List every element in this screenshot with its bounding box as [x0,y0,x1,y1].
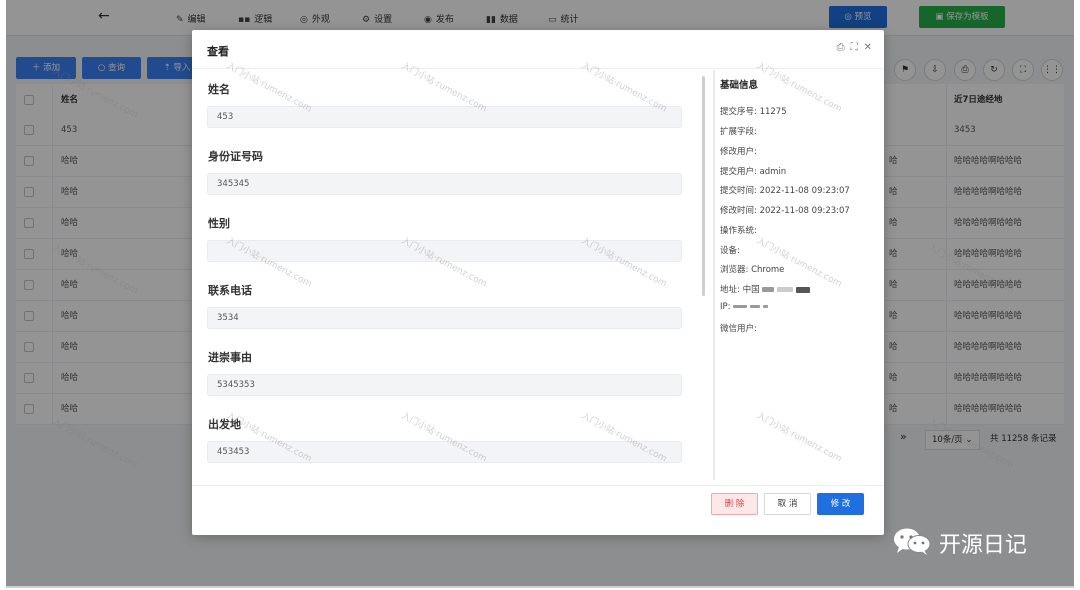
dialog-title: 查看 [207,45,229,58]
form-scrollbar[interactable] [702,76,705,296]
footer-divider [192,485,884,486]
info-submit-time: 提交时间: 2022-11-08 09:23:07 [720,186,850,196]
info-wechat-user: 微信用户: [720,324,757,334]
redacted-mark [795,286,810,293]
print-icon[interactable]: ⎙ [837,42,845,53]
info-ext-field: 扩展字段: [720,127,757,137]
redacted-mark [776,287,793,292]
origin-field[interactable]: 453453 [207,441,682,463]
redacted-mark [749,305,760,308]
info-title: 基础信息 [720,80,759,91]
brand-watermark: 开源日记 [892,526,1027,558]
info-submit-no: 提交序号: 11275 [720,107,787,117]
field-label-reason: 进崇事由 [208,351,252,364]
view-dialog: 查看 ⎙ ⛶ ✕ 姓名 453 身份证号码 345345 性别 联系电话 3534 … [192,30,884,535]
delete-button[interactable]: 删 除 [711,493,758,515]
wechat-logo-icon [892,526,932,559]
redacted-mark [762,287,775,292]
id-number-field[interactable]: 345345 [207,173,682,195]
field-label-phone: 联系电话 [208,284,252,297]
redacted-mark [733,305,748,308]
info-submit-user: 提交用户: admin [720,167,787,177]
edit-button[interactable]: 修 改 [817,493,864,515]
info-os: 操作系统: [720,226,757,236]
fullscreen-icon[interactable]: ⛶ [851,42,858,53]
field-label-gender: 性别 [208,217,230,230]
watermark: 入门小站·rumenz.com [754,236,844,290]
info-address: 地址: 中国 [720,283,810,295]
info-ip-label: IP: [720,302,731,312]
redacted-mark [762,305,768,308]
name-field[interactable]: 453 [207,106,682,128]
app-background: ← ✎ 编辑 ▪▪ 逻辑 ◎ 外观 ⚙ 设置 ◉ 发布 ▮▮ 数据 ▭ 统计 ◎ 预览 ▣ 保… [6,0,1074,588]
cancel-button[interactable]: 取 消 [764,493,811,515]
info-address-label: 地址: 中国 [720,285,760,295]
phone-field[interactable]: 3534 [207,307,682,329]
info-modify-time: 修改时间: 2022-11-08 09:23:07 [720,206,850,216]
info-device: 设备: [720,246,740,256]
info-browser: 浏览器: Chrome [720,265,785,275]
field-label-name: 姓名 [208,83,230,96]
dialog-tools: ⎙ ⛶ ✕ [831,42,872,53]
brand-text: 开源日记 [938,532,1027,558]
close-icon[interactable]: ✕ [864,42,872,53]
reason-field[interactable]: 5345353 [207,374,682,396]
info-modify-user: 修改用户: [720,147,757,157]
gender-field[interactable] [207,240,682,262]
watermark: 入门小站·rumenz.com [754,411,844,465]
field-label-origin: 出发地 [208,418,241,431]
info-ip: IP: [720,302,768,312]
divider [192,68,884,69]
field-label-id-number: 身份证号码 [208,150,263,163]
info-divider [713,70,715,480]
